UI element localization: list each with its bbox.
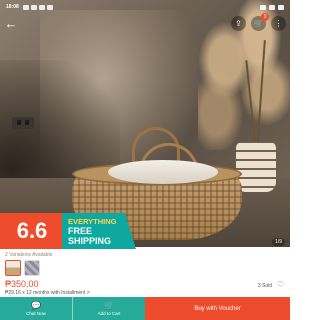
signal-icon xyxy=(269,4,275,10)
wifi-icon xyxy=(260,4,266,10)
notification-icon xyxy=(46,4,53,10)
share-icon[interactable]: ⇪ xyxy=(231,16,246,31)
installment-info[interactable]: ₱29.16 x 12 months with Installment > xyxy=(5,290,90,296)
installment-text: ₱29.16 x 12 months with xyxy=(5,290,60,296)
more-icon[interactable]: ⋮ xyxy=(271,16,286,31)
notification-icons xyxy=(22,4,53,10)
notification-icon xyxy=(38,4,45,10)
sold-count: 3 Sold xyxy=(257,283,272,289)
cart-plus-icon: 🛒 xyxy=(104,301,114,310)
notification-icon xyxy=(22,4,29,10)
woven-pot xyxy=(236,142,276,192)
status-bar: 18:08 xyxy=(0,0,290,14)
promo-line3: SHIPPING xyxy=(68,236,112,246)
promo-line2: FREE xyxy=(68,226,93,236)
promo-line1: EVERYTHING xyxy=(68,217,117,226)
wall-outlet xyxy=(12,117,34,129)
price: ₱350.00 xyxy=(5,279,39,289)
variations-label[interactable]: 2 Variations Available xyxy=(5,252,52,258)
notification-icon xyxy=(30,4,37,10)
cart-label: Add to Cart xyxy=(97,311,121,316)
buy-with-voucher-button[interactable]: Buy with Voucher xyxy=(145,297,290,320)
cart-icon[interactable]: 🛒 3 xyxy=(251,13,269,31)
promo-banner[interactable]: 6.6 EVERYTHING FREE SHIPPING xyxy=(0,213,136,249)
heart-icon[interactable]: ♡ xyxy=(277,281,284,289)
top-actions: ⇪ 🛒 3 ⋮ xyxy=(231,13,286,31)
add-to-cart-button[interactable]: 🛒 Add to Cart xyxy=(72,297,145,320)
image-counter: 1/9 xyxy=(272,238,285,246)
variation-thumbnails xyxy=(5,260,40,276)
top-bar: ← ⇪ 🛒 3 ⋮ xyxy=(0,13,290,34)
promo-text: EVERYTHING FREE SHIPPING xyxy=(62,213,136,249)
battery-icon xyxy=(278,4,284,10)
blanket xyxy=(108,160,218,184)
installment-link[interactable]: Installment > xyxy=(61,290,90,296)
bottom-action-bar: 💬 Chat Now 🛒 Add to Cart Buy with Vouche… xyxy=(0,297,290,320)
chat-now-button[interactable]: 💬 Chat Now xyxy=(0,297,72,320)
system-icons xyxy=(260,4,284,10)
cart-badge: 3 xyxy=(261,13,269,21)
promo-date: 6.6 xyxy=(0,213,64,249)
chat-icon: 💬 xyxy=(31,301,41,310)
status-time: 18:08 xyxy=(6,4,19,10)
variation-thumbnail[interactable] xyxy=(24,260,40,276)
chat-label: Chat Now xyxy=(26,311,46,316)
product-image[interactable] xyxy=(0,0,290,247)
back-arrow-icon[interactable]: ← xyxy=(4,17,18,31)
variation-thumbnail[interactable] xyxy=(5,260,21,276)
